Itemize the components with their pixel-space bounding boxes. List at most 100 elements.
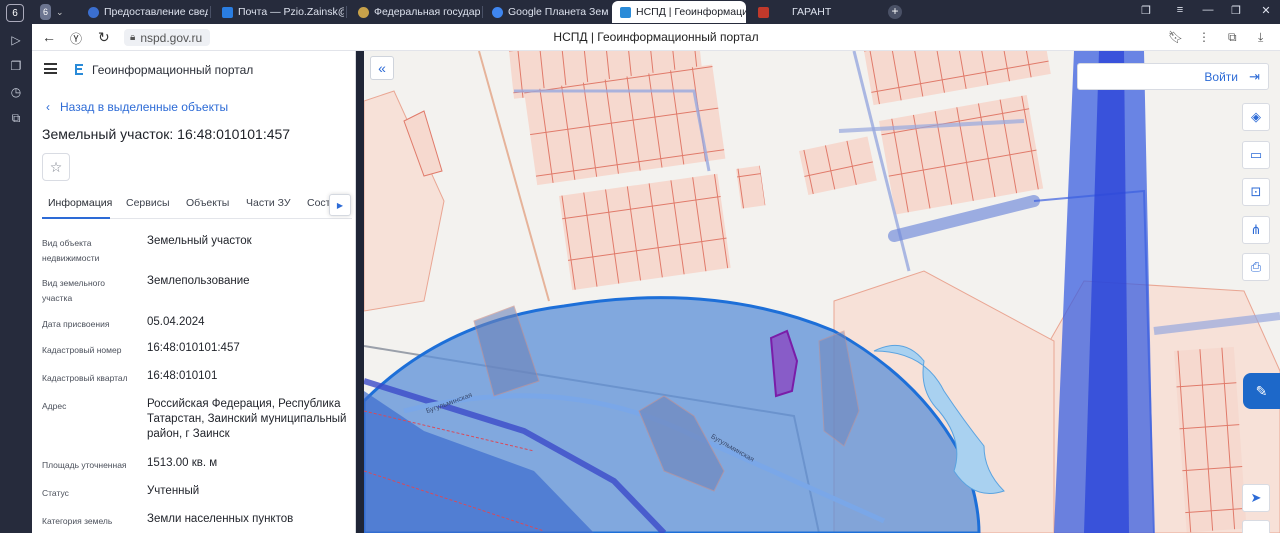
parcel-area bbox=[364, 90, 445, 312]
chevron-down-icon[interactable]: ⌄ bbox=[56, 7, 64, 18]
assistant-button[interactable]: ✎ bbox=[1243, 373, 1280, 409]
ruler-button[interactable]: ▭ bbox=[1242, 141, 1270, 169]
lock-icon: 🔒︎ bbox=[130, 32, 136, 43]
locate-button[interactable]: ➤ bbox=[1242, 484, 1270, 512]
field-label: Площадь уточненная bbox=[42, 460, 127, 470]
menu-dots-icon[interactable]: ⋮ bbox=[1198, 30, 1210, 44]
field-value: Российская Федерация, Республика Татарст… bbox=[147, 398, 347, 440]
back-to-selected-link[interactable]: ‹ Назад в выделенные объекты bbox=[46, 100, 228, 114]
notifications-icon[interactable]: ≡ bbox=[1172, 4, 1188, 16]
field-value: Землепользование bbox=[147, 275, 250, 287]
emblem-favicon-icon bbox=[358, 6, 369, 18]
object-title: Земельный участок: 16:48:010101:457 bbox=[42, 126, 291, 142]
tabs-scroll-right-button[interactable]: ▶ bbox=[329, 194, 351, 216]
login-label: Войти bbox=[1204, 70, 1238, 84]
tab-label: Google Планета Земля bbox=[508, 6, 608, 18]
zoom-button[interactable] bbox=[1242, 520, 1270, 533]
tab-objects[interactable]: Объекты bbox=[186, 197, 229, 209]
tab-group-icon: 6 bbox=[40, 4, 51, 20]
tab-garant[interactable]: ГАРАНТ bbox=[750, 1, 870, 23]
share-button[interactable]: ⋔ bbox=[1242, 216, 1270, 244]
field-value: 16:48:010101:457 bbox=[147, 342, 240, 354]
bookmarks-panel-icon[interactable]: ❐ bbox=[1138, 4, 1154, 17]
panel-scrollbar[interactable] bbox=[355, 51, 356, 533]
tab-nspd[interactable]: НСПД | Геоинформаци ✕ bbox=[612, 1, 746, 23]
tab-mail[interactable]: Почта — Pzio.Zainsk@tata bbox=[214, 1, 344, 23]
ruler-icon: ▭ bbox=[1249, 147, 1263, 162]
field-value: Земельный участок bbox=[147, 235, 252, 247]
portal-title: Геоинформационный портал bbox=[92, 63, 254, 77]
tab-label: Почта — Pzio.Zainsk@tata bbox=[238, 6, 344, 18]
page-title: НСПД | Геоинформационный портал bbox=[553, 30, 759, 44]
site-favicon-icon bbox=[88, 6, 99, 18]
collapse-panel-button[interactable]: « bbox=[370, 56, 394, 80]
sign-in-icon: ⇥ bbox=[1249, 69, 1260, 84]
history-icon[interactable]: ◷ bbox=[6, 82, 26, 102]
nspd-favicon-icon bbox=[620, 6, 631, 18]
back-label: Назад в выделенные объекты bbox=[60, 100, 229, 114]
field-label: Статус bbox=[42, 488, 69, 498]
minimize-icon[interactable]: — bbox=[1200, 4, 1216, 16]
chat-icon: ✎ bbox=[1255, 382, 1268, 399]
tab-google-earth[interactable]: Google Планета Земля bbox=[484, 1, 608, 23]
field-label: Кадастровый номер bbox=[42, 345, 122, 355]
share-icon: ⋔ bbox=[1250, 222, 1262, 237]
tab-predostavlenie[interactable]: Предоставление сведен bbox=[80, 1, 208, 23]
object-info-panel: Геоинформационный портал ‹ Назад в выдел… bbox=[32, 51, 356, 533]
info-tabs: Информация Сервисы Объекты Части ЗУ Сост… bbox=[42, 191, 352, 219]
play-icon[interactable]: ▷ bbox=[6, 30, 26, 50]
tab-federal[interactable]: Федеральная государств bbox=[350, 1, 480, 23]
login-button[interactable]: Войти ⇥ bbox=[1077, 63, 1269, 90]
tab-parts[interactable]: Части ЗУ bbox=[246, 197, 291, 209]
field-value: Учтенный bbox=[147, 485, 200, 497]
close-window-icon[interactable]: ✕ bbox=[1258, 4, 1274, 17]
print-icon: ⎙ bbox=[1250, 259, 1262, 274]
mail-favicon-icon bbox=[222, 6, 233, 18]
locate-icon: ➤ bbox=[1250, 490, 1262, 505]
favorite-button[interactable]: ☆ bbox=[42, 153, 70, 181]
menu-icon[interactable] bbox=[44, 63, 57, 74]
garant-favicon-icon bbox=[758, 6, 769, 18]
tab-label: ГАРАНТ bbox=[792, 6, 832, 18]
map-layer bbox=[364, 51, 1280, 533]
chevron-left-icon: ‹ bbox=[46, 100, 50, 114]
downloads-icon[interactable]: ⧉ bbox=[6, 108, 26, 128]
field-label: Дата присвоения bbox=[42, 319, 110, 329]
field-label: Кадастровый квартал bbox=[42, 373, 128, 383]
tab-label: Предоставление сведен bbox=[104, 6, 208, 18]
field-label: Вид объекта недвижимости bbox=[42, 238, 100, 263]
download-icon[interactable]: ⤓ bbox=[1258, 30, 1263, 45]
tab-bar: 6 ⌄ Предоставление сведен Почта — Pzio.Z… bbox=[32, 0, 1280, 24]
field-value: 05.04.2024 bbox=[147, 316, 205, 328]
extensions-icon[interactable]: ⧉ bbox=[1228, 30, 1237, 45]
collections-icon[interactable]: ❐ bbox=[6, 56, 26, 76]
active-tab-indicator bbox=[42, 217, 110, 219]
tab-label: НСПД | Геоинформаци bbox=[636, 6, 746, 18]
tab-group[interactable]: 6 ⌄ bbox=[32, 1, 72, 23]
profile-badge[interactable]: 6 bbox=[6, 4, 24, 22]
restore-icon[interactable]: ❐ bbox=[1228, 4, 1244, 17]
select-area-button[interactable]: ⊡ bbox=[1242, 178, 1270, 206]
field-label: Адрес bbox=[42, 401, 67, 411]
browser-sidebar: 6 ▷ ❐ ◷ ⧉ bbox=[0, 0, 32, 533]
address-bar: ← Ⓨ ↻ НСПД | Геоинформационный портал 🔒︎… bbox=[32, 24, 1280, 51]
portal-logo-icon bbox=[75, 64, 83, 75]
field-label: Категория земель bbox=[42, 516, 113, 526]
layers-icon: ◈ bbox=[1251, 109, 1261, 124]
field-label: Вид земельного участка bbox=[42, 278, 106, 303]
star-icon: ☆ bbox=[49, 158, 63, 175]
tab-label: Федеральная государств bbox=[374, 6, 480, 18]
field-value: Земли населенных пунктов bbox=[147, 513, 294, 525]
layers-button[interactable]: ◈ bbox=[1242, 103, 1270, 131]
field-value: 1513.00 кв. м bbox=[147, 457, 218, 469]
tab-information[interactable]: Информация bbox=[48, 197, 112, 209]
earth-favicon-icon bbox=[492, 6, 503, 18]
url-field[interactable]: 🔒︎ nspd.gov.ru bbox=[124, 29, 211, 46]
print-button[interactable]: ⎙ bbox=[1242, 253, 1270, 281]
field-value: 16:48:010101 bbox=[147, 370, 218, 382]
new-tab-icon[interactable]: + bbox=[888, 5, 902, 19]
map-canvas[interactable] bbox=[364, 51, 1280, 533]
bookmark-icon[interactable]: 🔖︎ bbox=[1168, 30, 1183, 44]
select-area-icon: ⊡ bbox=[1250, 184, 1262, 199]
tab-services[interactable]: Сервисы bbox=[126, 197, 170, 209]
